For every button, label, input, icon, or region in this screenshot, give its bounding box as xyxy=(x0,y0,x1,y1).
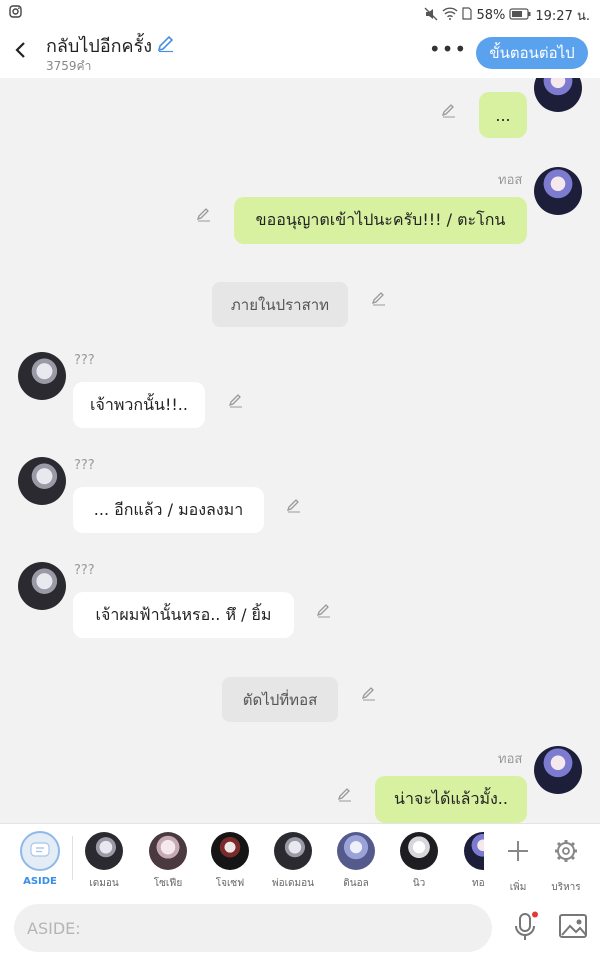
microphone-icon xyxy=(515,911,538,940)
character-demon-father[interactable]: พ่อเดมอน xyxy=(265,832,321,891)
message-bubble[interactable]: เจ้าพวกนั้น!!.. xyxy=(73,382,205,428)
character-avatar xyxy=(400,832,438,870)
character-dinol[interactable]: ดินอล xyxy=(328,832,384,891)
clock: 19:27 น. xyxy=(535,9,590,24)
battery-icon xyxy=(509,7,531,24)
avatar-unknown[interactable] xyxy=(18,352,66,400)
character-avatar xyxy=(149,832,187,870)
plus-icon xyxy=(508,841,528,861)
avatar-toss[interactable] xyxy=(534,746,582,794)
word-count: 3759คำ xyxy=(46,59,92,73)
character-name: เดมอน xyxy=(89,878,119,889)
edit-message-icon[interactable] xyxy=(227,391,245,409)
speaker-name: ทอส xyxy=(498,752,523,767)
edit-message-icon[interactable] xyxy=(440,101,458,119)
wifi-icon xyxy=(442,7,458,24)
character-sophia[interactable]: โซเฟีย xyxy=(140,832,196,891)
battery-percent: 58% xyxy=(476,8,506,23)
avatar-unknown[interactable] xyxy=(18,457,66,505)
avatar-toss[interactable] xyxy=(534,167,582,215)
message-bubble[interactable]: เจ้าผมฟ้านั้นหรอ.. หึ / ยิ้ม xyxy=(73,592,294,638)
status-bar: 58% 19:27 น. xyxy=(0,0,600,26)
character-demon[interactable]: เดมอน xyxy=(76,832,132,891)
character-avatar xyxy=(85,832,123,870)
edit-title-icon[interactable] xyxy=(156,33,176,58)
chevron-left-icon xyxy=(15,42,25,58)
story-title[interactable]: กลับไปอีกครั้ง xyxy=(46,31,176,60)
chat-area[interactable]: ... ทอส ขออนุญาตเข้าไปนะครับ!!! / ตะโกน … xyxy=(0,78,600,823)
narration-bubble[interactable]: ตัดไปที่ทอส xyxy=(222,677,338,722)
speaker-name: ??? xyxy=(74,563,95,578)
character-name: โจเซฟ xyxy=(215,878,245,889)
manage-characters-button[interactable]: บริหาร xyxy=(538,832,594,895)
character-avatar xyxy=(337,832,375,870)
mic-button[interactable] xyxy=(510,911,540,943)
edit-message-icon[interactable] xyxy=(285,496,303,514)
character-avatar xyxy=(464,832,484,870)
character-name: ทอ xyxy=(472,878,484,889)
character-name: นิว xyxy=(412,878,426,889)
character-avatar xyxy=(211,832,249,870)
edit-message-icon[interactable] xyxy=(370,289,388,307)
edit-message-icon[interactable] xyxy=(315,601,333,619)
speaker-name: ทอส xyxy=(498,173,523,188)
divider xyxy=(72,836,73,880)
sim-icon xyxy=(462,7,473,24)
character-selector: ASIDE เดมอน โซเฟีย โจเซฟ พ่อเดมอน ดินอล … xyxy=(0,823,600,893)
character-name: ดินอล xyxy=(343,878,369,889)
avatar-unknown[interactable] xyxy=(18,562,66,610)
gear-icon xyxy=(555,840,577,862)
image-icon xyxy=(559,914,587,938)
character-new[interactable]: นิว xyxy=(391,832,447,891)
next-step-button[interactable]: ขั้นตอนต่อไป xyxy=(476,37,588,69)
message-bubble[interactable]: น่าจะได้แล้วมั้ง.. xyxy=(375,776,527,823)
message-bubble[interactable]: ... อีกแล้ว / มองลงมา xyxy=(73,487,264,533)
more-icon: ••• xyxy=(428,37,468,61)
message-bubble[interactable]: ขออนุญาตเข้าไปนะครับ!!! / ตะโกน xyxy=(234,197,527,244)
character-name: พ่อเดมอน xyxy=(272,878,314,889)
edit-message-icon[interactable] xyxy=(195,205,213,223)
aside-label: ASIDE xyxy=(23,876,57,887)
mute-icon xyxy=(424,7,438,25)
message-input[interactable]: ASIDE: xyxy=(14,904,492,952)
character-name: โซเฟีย xyxy=(153,878,183,889)
instagram-icon xyxy=(9,5,22,22)
edit-message-icon[interactable] xyxy=(360,684,378,702)
more-options-button[interactable]: ••• xyxy=(428,37,468,61)
character-toss[interactable]: ทอ xyxy=(454,832,484,891)
aside-button[interactable] xyxy=(20,831,60,871)
message-bubble[interactable]: ... xyxy=(479,92,527,138)
speaker-name: ??? xyxy=(74,458,95,473)
image-button[interactable] xyxy=(558,911,588,941)
speaker-name: ??? xyxy=(74,353,95,368)
input-bar: ASIDE: xyxy=(0,893,600,960)
character-avatar xyxy=(274,832,312,870)
character-joseph[interactable]: โจเซฟ xyxy=(202,832,258,891)
avatar-toss[interactable] xyxy=(534,78,582,112)
edit-message-icon[interactable] xyxy=(336,785,354,803)
story-title-text: กลับไปอีกครั้ง xyxy=(46,36,153,57)
back-button[interactable] xyxy=(8,36,32,64)
app-header: กลับไปอีกครั้ง 3759คำ ••• ขั้นตอนต่อไป xyxy=(0,26,600,78)
narration-bubble[interactable]: ภายในปราสาท xyxy=(212,282,348,327)
speech-bubble-icon xyxy=(30,842,50,857)
